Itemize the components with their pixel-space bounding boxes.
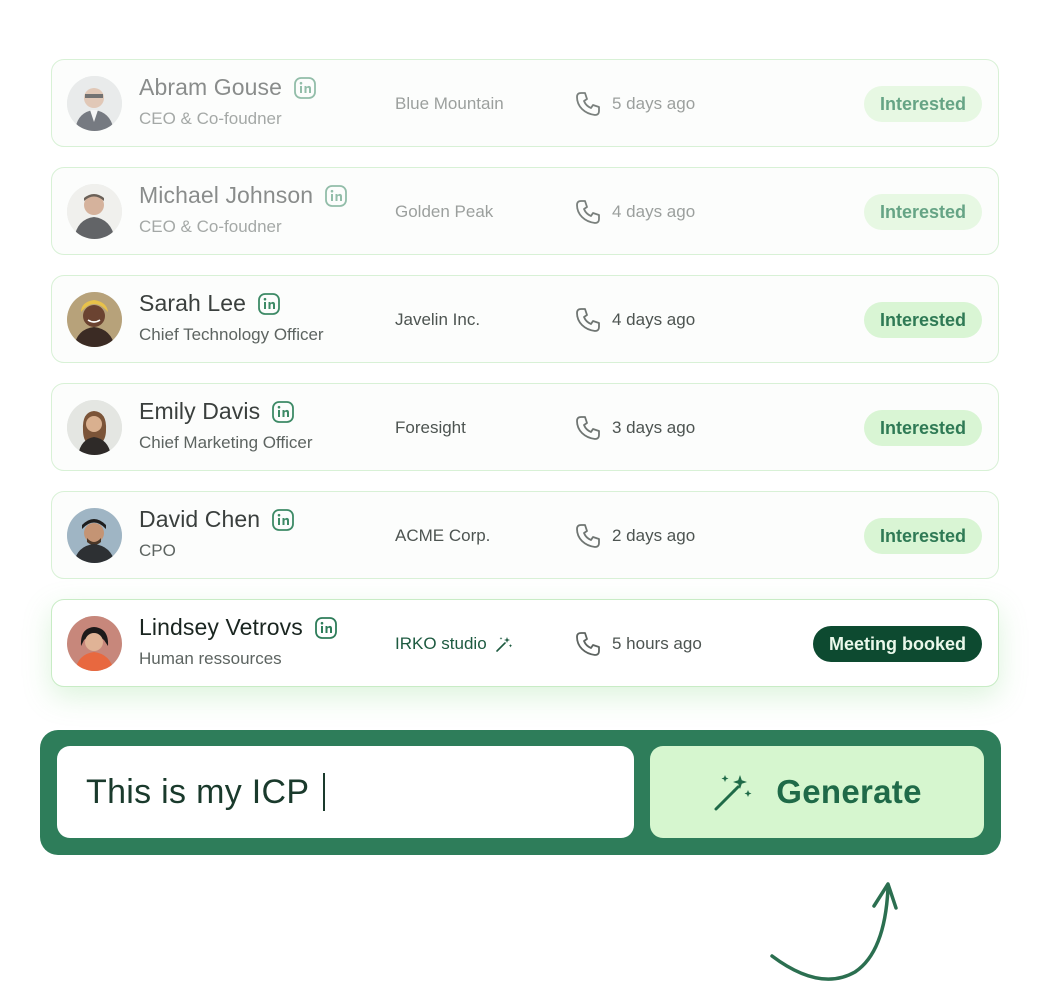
lead-name: Emily Davis: [139, 398, 295, 425]
linkedin-icon[interactable]: [272, 508, 295, 531]
lead-list-stage: Abram Gouse CEO & Co-foudner Blue Mounta…: [0, 0, 1048, 1000]
icp-prompt-bar: This is my ICP Generate: [40, 730, 1001, 855]
status-badge[interactable]: Interested: [863, 194, 982, 230]
avatar[interactable]: [67, 292, 122, 347]
last-contact-time: 5 days ago: [612, 94, 696, 113]
magic-wand-icon: [495, 635, 513, 653]
status-badge[interactable]: Meeting booked: [812, 626, 982, 662]
lead-role: CPO: [139, 541, 176, 560]
lead-role: CEO & Co-foudner: [139, 109, 282, 128]
linkedin-icon[interactable]: [272, 400, 295, 423]
pointer-arrow-icon: [760, 872, 910, 990]
linkedin-icon[interactable]: [314, 616, 337, 639]
lead-name: Abram Gouse: [139, 74, 316, 101]
generate-label: Generate: [776, 773, 922, 810]
lead-name: Michael Johnson: [139, 182, 348, 209]
lead-row[interactable]: Sarah Lee Chief Technology Officer Javel…: [51, 275, 999, 363]
phone-icon[interactable]: [573, 89, 603, 119]
avatar[interactable]: [67, 508, 122, 563]
lead-role: Chief Marketing Officer: [139, 433, 313, 452]
text-caret: [323, 773, 326, 811]
lead-role: Human ressources: [139, 649, 282, 668]
linkedin-icon[interactable]: [325, 184, 348, 207]
status-badge[interactable]: Interested: [863, 410, 982, 446]
phone-icon[interactable]: [573, 629, 603, 659]
last-contact-time: 4 days ago: [612, 310, 696, 329]
lead-name: Lindsey Vetrovs: [139, 614, 337, 641]
lead-name: Sarah Lee: [139, 290, 280, 317]
lead-company: Golden Peak: [395, 202, 494, 221]
avatar[interactable]: [67, 616, 122, 671]
avatar[interactable]: [67, 184, 122, 239]
avatar[interactable]: [67, 400, 122, 455]
phone-icon[interactable]: [573, 305, 603, 335]
linkedin-icon[interactable]: [258, 292, 280, 315]
status-badge[interactable]: Interested: [863, 86, 982, 122]
last-contact-time: 2 days ago: [612, 526, 696, 545]
icp-input-value: This is my ICP: [86, 772, 310, 811]
generate-button[interactable]: Generate: [650, 746, 984, 838]
lead-role: CEO & Co-foudner: [139, 217, 282, 236]
lead-row[interactable]: David Chen CPO ACME Corp. 2 days ago Int…: [51, 491, 999, 579]
lead-row[interactable]: Abram Gouse CEO & Co-foudner Blue Mounta…: [51, 59, 999, 147]
phone-icon[interactable]: [573, 521, 603, 551]
status-badge[interactable]: Interested: [863, 302, 982, 338]
lead-name: David Chen: [139, 506, 295, 533]
lead-company: Javelin Inc.: [395, 310, 481, 329]
status-badge[interactable]: Interested: [863, 518, 982, 554]
lead-company: Blue Mountain: [395, 94, 504, 113]
avatar[interactable]: [67, 76, 122, 131]
lead-company: IRKO studio: [395, 634, 513, 654]
linkedin-icon[interactable]: [294, 76, 316, 99]
last-contact-time: 5 hours ago: [612, 634, 702, 653]
phone-icon[interactable]: [573, 197, 603, 227]
lead-row[interactable]: Emily Davis Chief Marketing Officer Fore…: [51, 383, 999, 471]
icp-input[interactable]: This is my ICP: [57, 746, 634, 838]
phone-icon[interactable]: [573, 413, 603, 443]
lead-company: Foresight: [395, 418, 466, 437]
lead-row[interactable]: Michael Johnson CEO & Co-foudner Golden …: [51, 167, 999, 255]
last-contact-time: 4 days ago: [612, 202, 696, 221]
lead-role: Chief Technology Officer: [139, 325, 324, 344]
last-contact-time: 3 days ago: [612, 418, 696, 437]
magic-wand-icon: [712, 771, 754, 813]
lead-row-active[interactable]: Lindsey Vetrovs Human ressources IRKO st…: [51, 599, 999, 687]
lead-company: ACME Corp.: [395, 526, 491, 545]
